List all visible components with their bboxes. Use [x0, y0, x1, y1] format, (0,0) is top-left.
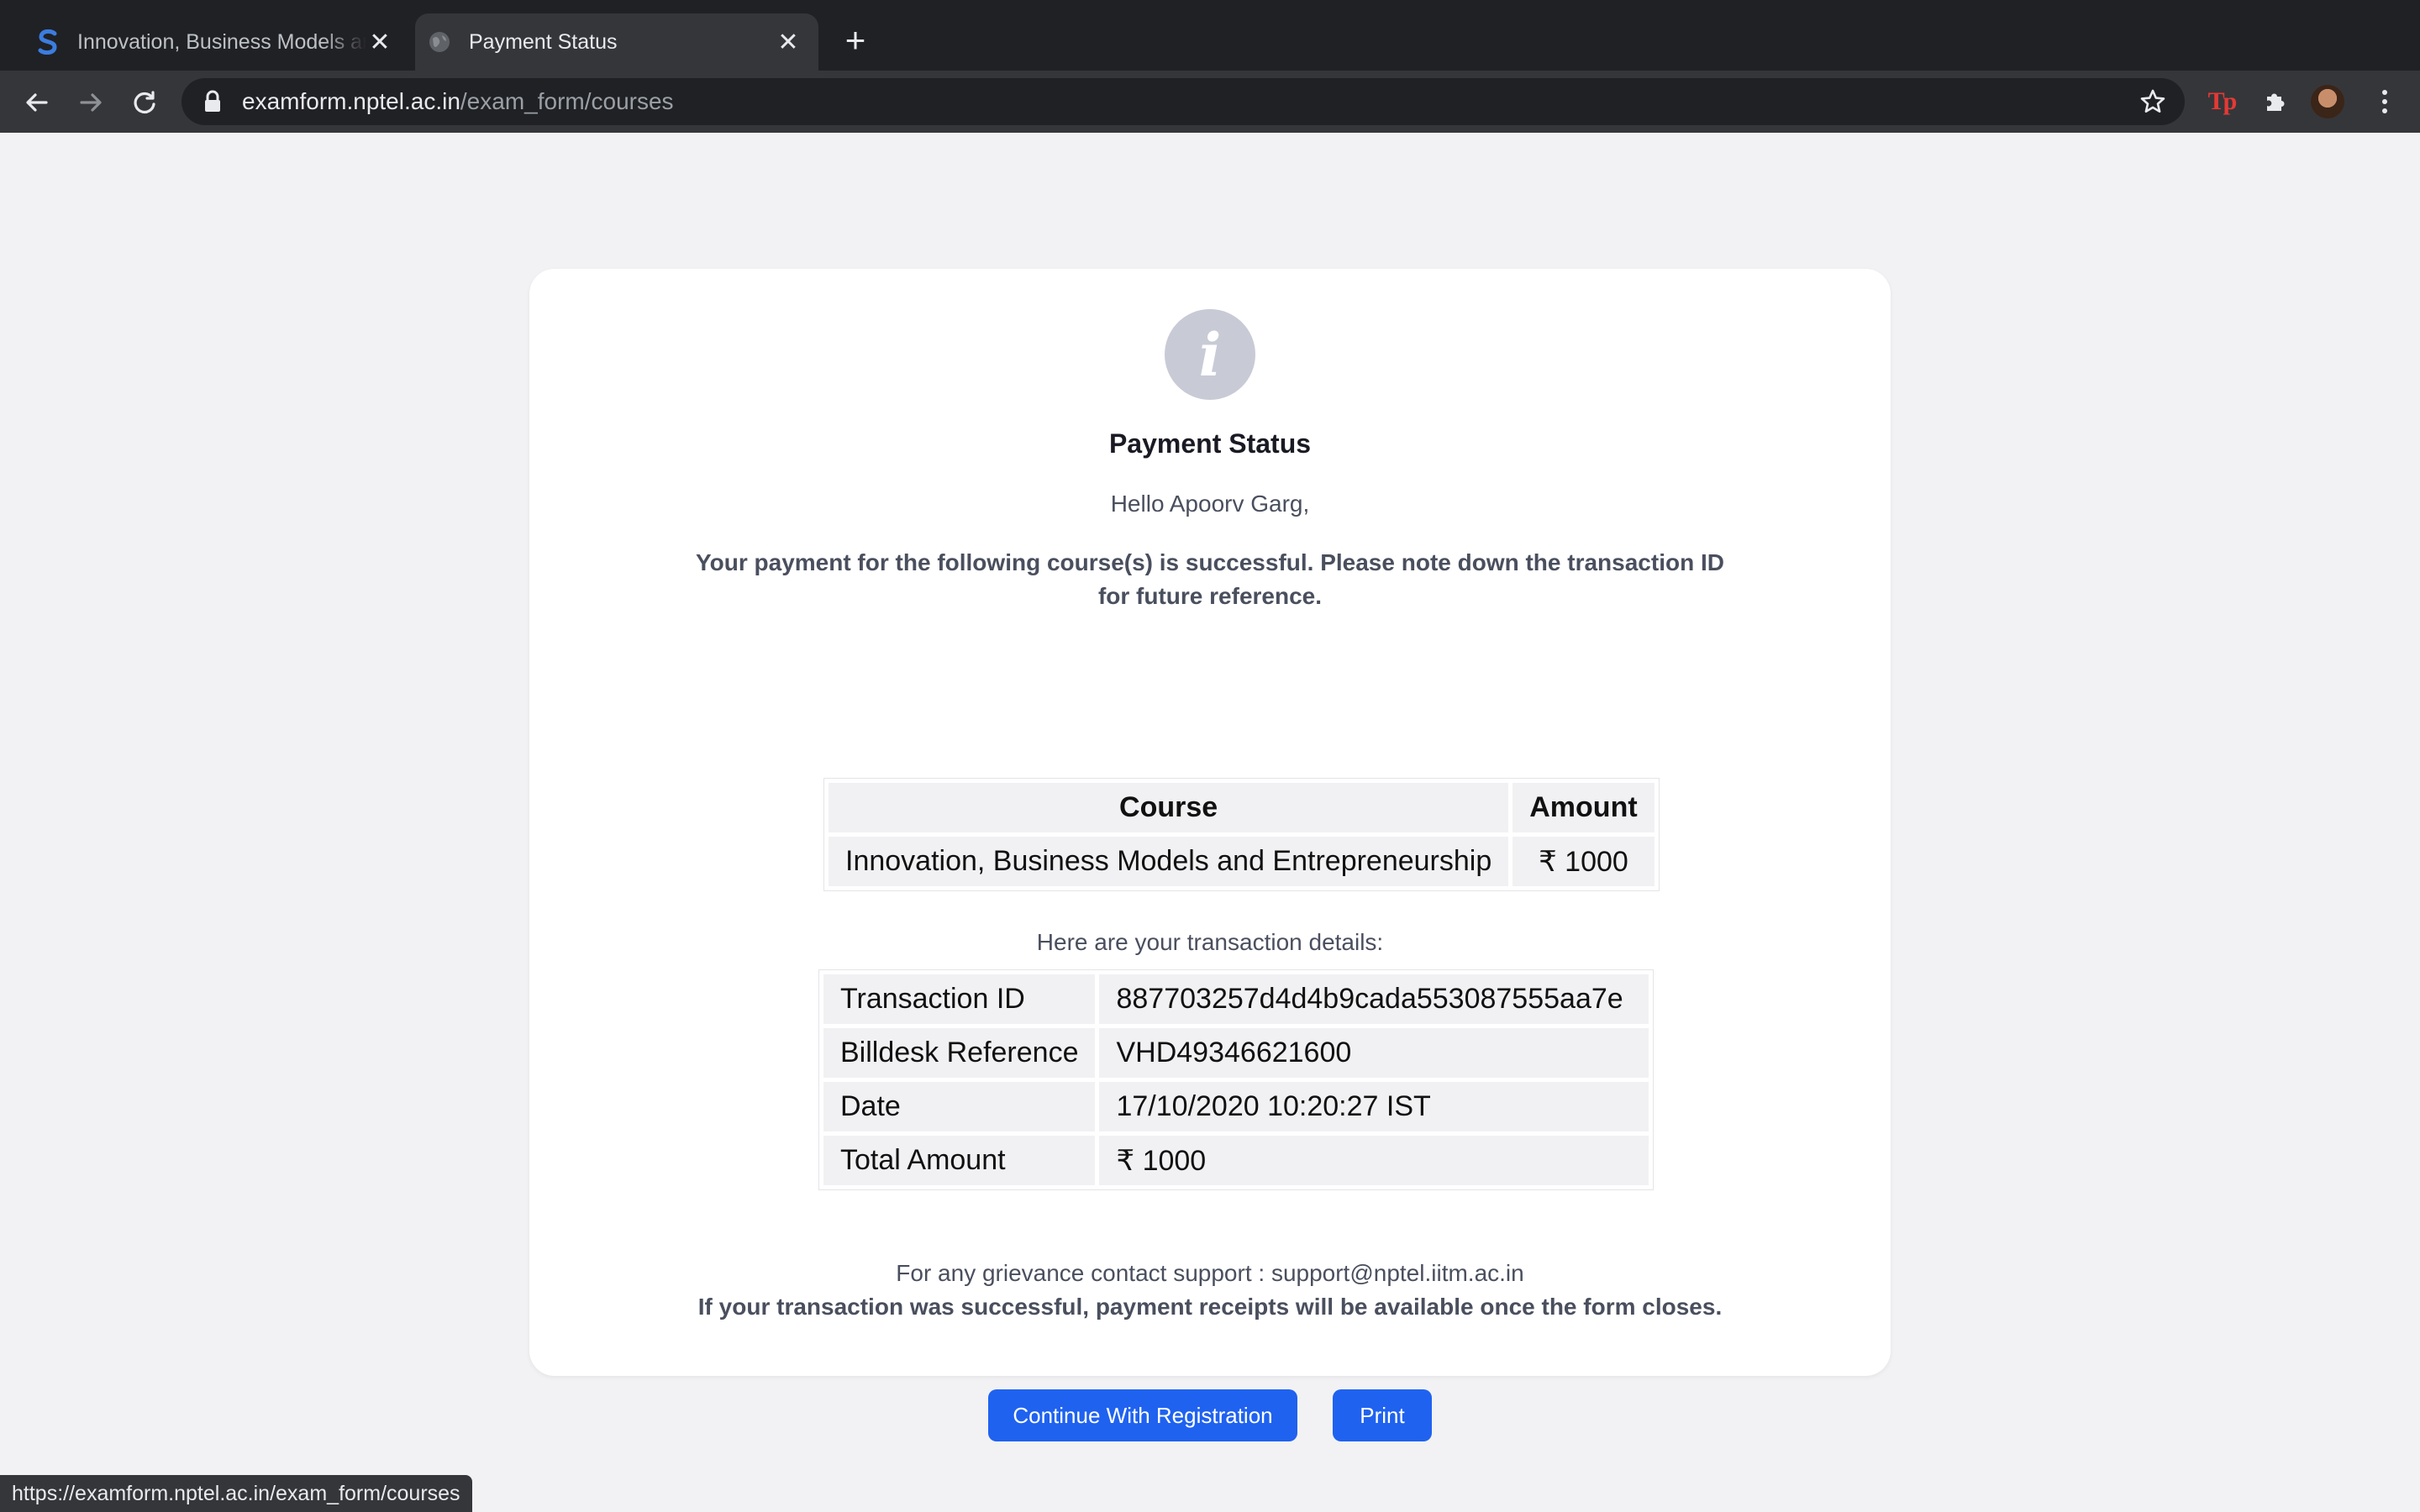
url-text: examform.nptel.ac.in/exam_form/courses	[242, 88, 674, 115]
payment-status-card: i Payment Status Hello Apoorv Garg, Your…	[529, 269, 1891, 1441]
total-amount-label: Total Amount	[823, 1136, 1096, 1185]
transaction-id-value: 887703257d4d4b9cada553087555aa7e	[1099, 974, 1649, 1024]
more-menu-icon[interactable]	[2368, 85, 2402, 118]
table-row: Transaction ID 887703257d4d4b9cada553087…	[823, 974, 1649, 1024]
table-row: Total Amount ₹ 1000	[823, 1136, 1649, 1185]
transaction-details-table: Transaction ID 887703257d4d4b9cada553087…	[818, 969, 1654, 1190]
bookmark-star-icon[interactable]	[2139, 88, 2166, 115]
puzzle-extensions-icon[interactable]	[2259, 85, 2292, 118]
browser-tab-course[interactable]: Innovation, Business Models and Entrepre…	[24, 13, 410, 71]
transaction-id-label: Transaction ID	[823, 974, 1096, 1024]
lock-icon[interactable]	[203, 90, 222, 113]
browser-tab-payment-status[interactable]: Payment Status ✕	[415, 13, 818, 71]
course-name-cell: Innovation, Business Models and Entrepre…	[829, 837, 1509, 886]
url-host: examform.nptel.ac.in	[242, 88, 460, 114]
url-path: /exam_form/courses	[460, 88, 674, 114]
transaction-details-caption: Here are your transaction details:	[1036, 929, 1384, 955]
info-icon: i	[1165, 309, 1255, 400]
page-content: i Payment Status Hello Apoorv Garg, Your…	[0, 133, 2420, 1512]
table-row: Billdesk Reference VHD49346621600	[823, 1028, 1649, 1078]
tp-extension-icon[interactable]: Tp	[2205, 85, 2238, 118]
billdesk-reference-label: Billdesk Reference	[823, 1028, 1096, 1078]
tab-title: Payment Status	[469, 29, 618, 54]
new-tab-icon[interactable]: +	[839, 23, 872, 60]
continue-registration-button[interactable]: Continue With Registration	[988, 1389, 1297, 1441]
billdesk-reference-value: VHD49346621600	[1099, 1028, 1649, 1078]
print-button[interactable]: Print	[1333, 1389, 1432, 1441]
support-contact-text: For any grievance contact support : supp…	[896, 1260, 1524, 1286]
profile-avatar[interactable]	[2311, 85, 2344, 118]
browser-tab-bar: Innovation, Business Models and Entrepre…	[0, 0, 2420, 71]
table-row: Date 17/10/2020 10:20:27 IST	[823, 1082, 1649, 1131]
globe-icon	[427, 29, 452, 55]
column-header-course: Course	[829, 783, 1509, 832]
close-icon[interactable]: ✕	[775, 29, 802, 56]
tab-title: Innovation, Business Models and Entrepre…	[77, 29, 366, 54]
link-status-bar: https://examform.nptel.ac.in/exam_form/c…	[0, 1475, 472, 1512]
back-arrow-icon[interactable]	[18, 84, 55, 121]
table-header-row: Course Amount	[829, 783, 1655, 832]
tp-extension-label: Tp	[2207, 87, 2238, 115]
address-bar[interactable]: examform.nptel.ac.in/exam_form/courses	[182, 78, 2185, 125]
page-title: Payment Status	[1108, 428, 1312, 459]
s-logo-icon	[35, 29, 60, 55]
date-value: 17/10/2020 10:20:27 IST	[1099, 1082, 1649, 1131]
course-table: Course Amount Innovation, Business Model…	[823, 778, 1660, 891]
success-message: Your payment for the following course(s)…	[696, 549, 1724, 609]
course-amount-cell: ₹ 1000	[1512, 837, 1655, 886]
forward-arrow-icon[interactable]	[72, 84, 109, 121]
browser-toolbar: examform.nptel.ac.in/exam_form/courses T…	[0, 71, 2420, 133]
close-icon[interactable]: ✕	[366, 29, 393, 56]
total-amount-value: ₹ 1000	[1099, 1136, 1649, 1185]
reload-icon[interactable]	[126, 84, 163, 121]
greeting-text: Hello Apoorv Garg,	[1110, 491, 1310, 517]
receipt-note-text: If your transaction was successful, paym…	[697, 1294, 1723, 1320]
column-header-amount: Amount	[1512, 783, 1655, 832]
date-label: Date	[823, 1082, 1096, 1131]
table-row: Innovation, Business Models and Entrepre…	[829, 837, 1655, 886]
